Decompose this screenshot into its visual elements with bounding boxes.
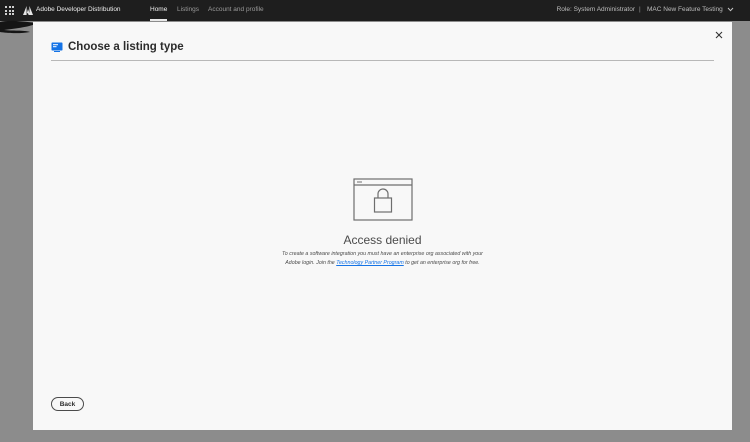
access-denied-line-2-end: to get an enterprise org for free. — [403, 260, 480, 266]
chevron-down-icon[interactable] — [727, 6, 734, 13]
access-denied-line-2: Adobe login. Join the Technology Partner… — [33, 259, 732, 268]
nav-listings[interactable]: Listings — [177, 6, 199, 13]
close-icon[interactable] — [715, 31, 723, 39]
nav-account-and-profile[interactable]: Account and profile — [208, 6, 264, 13]
brand-name[interactable]: Adobe Developer Distribution — [36, 6, 121, 13]
adobe-logo-icon — [23, 6, 33, 15]
top-navigation-bar: Adobe Developer Distribution Home Listin… — [0, 0, 750, 21]
header-divider — [51, 60, 714, 61]
topbar-separator: | — [639, 6, 641, 13]
locked-window-icon — [353, 178, 413, 221]
access-denied-line-2-start: Adobe login. Join the — [285, 260, 337, 266]
nav-active-indicator — [150, 19, 167, 21]
org-switcher[interactable]: MAC New Feature Testing — [647, 6, 723, 13]
access-denied-line-1: To create a software integration you mus… — [282, 251, 483, 257]
technology-partner-program-link[interactable]: Technology Partner Program — [336, 260, 404, 266]
nav-home[interactable]: Home — [150, 6, 167, 13]
back-button[interactable]: Back — [51, 397, 84, 411]
choose-listing-type-dialog: Choose a listing type Access denied To c… — [33, 22, 732, 430]
access-denied-heading: Access denied — [343, 233, 422, 247]
grid-icon[interactable] — [5, 6, 14, 15]
role-label: Role: System Administrator — [556, 6, 635, 13]
dialog-title: Choose a listing type — [68, 41, 184, 53]
access-denied-message: To create a software integration you mus… — [33, 250, 732, 268]
desktop-app-icon — [51, 42, 63, 52]
